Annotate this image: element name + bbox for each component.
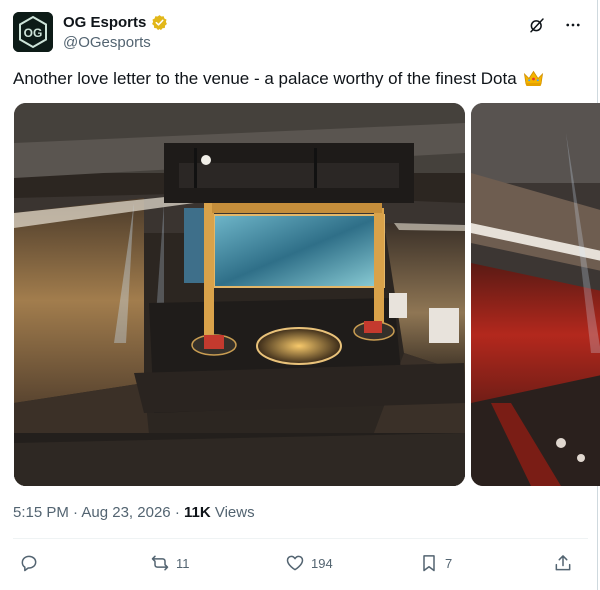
divider (13, 538, 588, 539)
verified-badge-icon (152, 14, 168, 30)
reply-button[interactable] (19, 548, 45, 578)
tweet-text: Another love letter to the venue - a pal… (13, 68, 588, 90)
og-logo-icon: OG (13, 12, 53, 52)
tweet-meta: 5:15 PM · Aug 23, 2026 · 11K Views (13, 504, 255, 521)
repost-icon (151, 555, 169, 571)
share-button[interactable] (553, 548, 573, 578)
like-count: 194 (311, 555, 333, 571)
avatar-logo-text: OG (24, 26, 43, 40)
repost-count: 11 (176, 555, 190, 571)
arena-photo-secondary[interactable] (471, 103, 600, 486)
display-name[interactable]: OG Esports (63, 14, 146, 31)
tweet-card: OG OG Esports @OGesports Another love le… (0, 0, 600, 590)
crown-emoji-icon (523, 69, 544, 87)
tweet-header: OG OG Esports @OGesports (13, 10, 588, 54)
bookmark-count: 7 (445, 555, 453, 571)
author-names: OG Esports @OGesports (63, 12, 168, 51)
repost-button[interactable]: 11 (150, 548, 190, 578)
like-button[interactable]: 194 (285, 548, 333, 578)
header-actions (526, 14, 584, 36)
action-bar: 11 194 7 (13, 548, 588, 578)
tweet-time[interactable]: 5:15 PM (13, 504, 69, 521)
media-carousel (14, 103, 600, 486)
views-label: Views (214, 504, 255, 521)
meta-separator-2: · (174, 504, 180, 521)
tweet-date[interactable]: Aug 23, 2026 (81, 504, 170, 521)
arena-photo-secondary-image (471, 103, 600, 486)
more-icon[interactable] (562, 14, 584, 36)
handle[interactable]: @OGesports (63, 34, 168, 51)
tweet-body: Another love letter to the venue - a pal… (13, 69, 517, 88)
bookmark-icon (423, 555, 435, 572)
grok-icon[interactable] (526, 14, 548, 36)
arena-photo-main-image (14, 103, 465, 486)
views-count: 11K (183, 504, 211, 521)
reply-icon (21, 555, 37, 572)
heart-icon (286, 555, 304, 571)
share-icon (555, 555, 571, 571)
arena-photo-main[interactable] (14, 103, 465, 486)
meta-separator: · (73, 504, 79, 521)
bookmark-button[interactable]: 7 (419, 548, 452, 578)
avatar[interactable]: OG (13, 12, 53, 52)
